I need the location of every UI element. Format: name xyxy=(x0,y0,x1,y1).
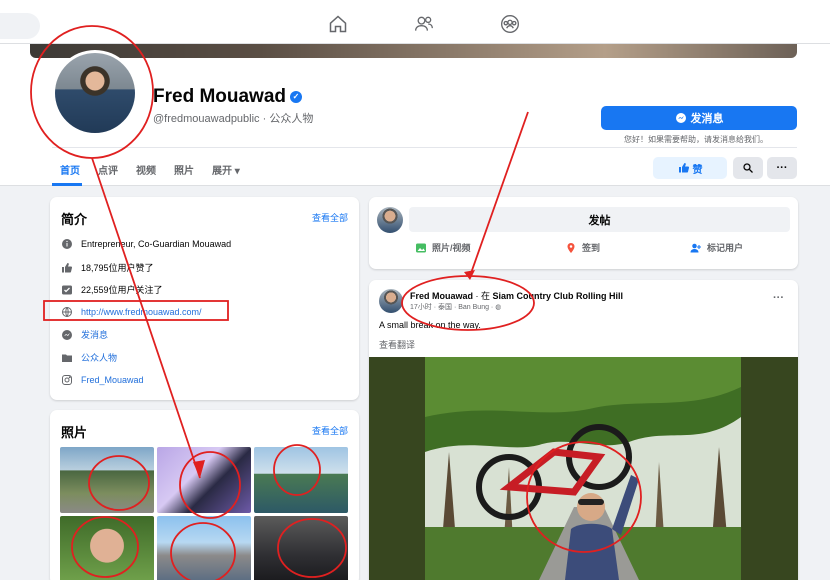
messenger-icon xyxy=(61,329,73,341)
post-options-button[interactable]: ··· xyxy=(773,292,784,304)
intro-card: 简介 查看全部 Entrepreneur, Co-Guardian Mouawa… xyxy=(50,197,359,400)
photo-thumbnail[interactable] xyxy=(254,447,348,513)
photo-video-button[interactable]: 照片/视频 xyxy=(415,241,471,254)
intro-item-message: 发消息 xyxy=(61,328,108,341)
send-message-button[interactable]: 发消息 xyxy=(601,106,797,130)
message-hint: 您好！如果需要帮助，请发消息给我们。 xyxy=(624,135,768,144)
instagram-link[interactable]: Fred_Mouawad xyxy=(81,375,144,385)
photo-thumbnail[interactable] xyxy=(60,447,154,513)
photos-see-all-link[interactable]: 查看全部 xyxy=(312,424,348,437)
globe-icon xyxy=(61,306,73,318)
messenger-icon xyxy=(675,112,687,124)
tab-photos[interactable]: 照片 xyxy=(174,162,194,177)
info-icon xyxy=(61,238,73,250)
tag-people-icon xyxy=(690,242,702,254)
post-image[interactable] xyxy=(369,357,798,580)
instagram-icon xyxy=(61,374,73,386)
intro-item-bio: Entrepreneur, Co-Guardian Mouawad xyxy=(61,238,231,250)
website-link[interactable]: http://www.fredmouawad.com/ xyxy=(81,307,202,317)
post-timestamp[interactable]: 17小时 · 泰国 · Ban Bung · xyxy=(410,304,495,311)
post-location-link[interactable]: Siam Country Club Rolling Hill xyxy=(493,291,624,301)
photo-video-icon xyxy=(415,242,427,254)
like-label: 赞 xyxy=(692,164,703,176)
check-in-button[interactable]: 签到 xyxy=(565,241,600,254)
thumbs-up-icon xyxy=(61,262,73,274)
intro-item-followers: 22,559位用户关注了 xyxy=(61,283,163,296)
intro-item-instagram: Fred_Mouawad xyxy=(61,374,144,386)
create-post-button[interactable]: 发帖 xyxy=(409,207,790,232)
profile-tabs: 首页 点评 视频 照片 展开 ▾ xyxy=(60,162,240,177)
intro-title: 简介 xyxy=(61,212,88,227)
post-composer: 发帖 照片/视频 签到 标记用户 xyxy=(369,197,798,269)
intro-likes-text: 18,795位用户赞了 xyxy=(81,263,154,273)
intro-item-category: 公众人物 xyxy=(61,351,117,364)
profile-subtitle: @fredmouawadpublic · 公众人物 xyxy=(153,113,314,125)
header-divider xyxy=(52,147,797,148)
feed-post: Fred Mouawad · 在 Siam Country Club Rolli… xyxy=(369,280,798,580)
profile-name-row: Fred Mouawad ✓ xyxy=(153,86,303,108)
intro-item-likes: 18,795位用户赞了 xyxy=(61,261,154,274)
public-globe-icon: ◍ xyxy=(495,304,502,311)
post-location-prefix: · 在 xyxy=(473,291,493,301)
profile-name[interactable]: Fred Mouawad xyxy=(153,86,286,107)
search-icon xyxy=(742,162,754,174)
intro-category-link[interactable]: 公众人物 xyxy=(81,351,117,364)
category-folder-icon xyxy=(61,352,73,364)
photo-thumbnail[interactable] xyxy=(60,516,154,580)
friends-icon[interactable] xyxy=(413,14,435,34)
tab-more[interactable]: 展开 ▾ xyxy=(212,162,240,177)
active-tab-indicator xyxy=(52,183,82,186)
tab-videos[interactable]: 视频 xyxy=(136,162,156,177)
tab-home[interactable]: 首页 xyxy=(60,162,80,177)
send-message-label: 发消息 xyxy=(690,113,724,125)
photo-thumbnail[interactable] xyxy=(254,516,348,580)
composer-avatar xyxy=(377,207,403,233)
check-in-icon xyxy=(565,242,577,254)
photo-video-label: 照片/视频 xyxy=(432,243,471,253)
cover-photo xyxy=(30,44,797,58)
annotation-arrowhead xyxy=(464,270,475,280)
groups-icon[interactable] xyxy=(499,14,521,34)
intro-message-link[interactable]: 发消息 xyxy=(81,328,108,341)
post-author-name[interactable]: Fred Mouawad xyxy=(410,291,473,301)
tag-people-button[interactable]: 标记用户 xyxy=(690,241,743,254)
post-header: Fred Mouawad · 在 Siam Country Club Rolli… xyxy=(410,289,623,302)
verified-badge-icon: ✓ xyxy=(290,91,303,103)
intro-item-website: http://www.fredmouawad.com/ xyxy=(61,306,202,318)
more-options-button[interactable]: ··· xyxy=(767,157,797,179)
search-page-button[interactable] xyxy=(733,157,763,179)
tag-people-label: 标记用户 xyxy=(707,243,744,253)
avatar xyxy=(55,53,135,133)
profile-avatar[interactable] xyxy=(52,50,138,136)
like-page-button[interactable]: 赞 xyxy=(653,157,727,179)
home-icon[interactable] xyxy=(327,14,349,34)
photos-title: 照片 xyxy=(61,425,88,440)
thumbs-up-icon xyxy=(678,162,690,174)
post-text: A small break on the way. xyxy=(379,320,481,330)
tab-reviews[interactable]: 点评 xyxy=(98,162,118,177)
photos-card: 照片 查看全部 xyxy=(50,410,359,580)
intro-see-all-link[interactable]: 查看全部 xyxy=(312,211,348,224)
photo-thumbnail[interactable] xyxy=(157,447,251,513)
top-navigation-bar xyxy=(0,0,830,44)
cyclist-photo xyxy=(369,357,798,580)
intro-bio-text: Entrepreneur, Co-Guardian Mouawad xyxy=(81,239,232,249)
intro-followers-text: 22,559位用户关注了 xyxy=(81,285,163,295)
post-author-avatar[interactable] xyxy=(379,289,403,313)
see-translation-link[interactable]: 查看翻译 xyxy=(379,338,415,351)
check-in-label: 签到 xyxy=(582,243,601,253)
search-bar[interactable] xyxy=(0,13,40,39)
follow-check-icon xyxy=(61,284,73,296)
post-meta: 17小时 · 泰国 · Ban Bung · ◍ xyxy=(410,302,501,312)
photo-thumbnail[interactable] xyxy=(157,516,251,580)
